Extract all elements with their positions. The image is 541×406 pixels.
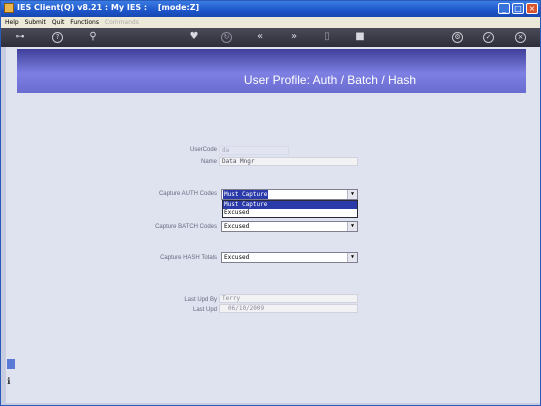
usercode-field[interactable]: da [219, 146, 289, 155]
menu-help[interactable]: Help [5, 19, 19, 26]
auth-label: Capture AUTH Codes [158, 191, 217, 197]
lastupd-label: Last Upd [192, 307, 217, 313]
info-icon[interactable]: ℹ [7, 377, 15, 387]
chevron-down-icon[interactable]: ▼ [347, 253, 357, 262]
status-bar [1, 403, 540, 405]
menu-functions[interactable]: Functions [70, 19, 99, 26]
hash-select-value: Excused [224, 254, 250, 261]
search-icon[interactable]: ⚲ [87, 31, 99, 43]
help-icon[interactable]: ? [52, 32, 63, 43]
window-title: IES Client(Q) v8.21 : My IES : [mode:Z] [17, 3, 199, 12]
back-icon[interactable]: « [254, 31, 266, 43]
menu-bar: Help Submit Quit Functions Commands [1, 17, 540, 28]
toolbar: ⊶ ? ⚲ ♥ ↻ « » ▯ ■ ⚙ ✓ × [1, 28, 540, 47]
menu-commands: Commands [104, 19, 139, 26]
lastupdby-field: Terry [219, 294, 358, 303]
batch-label: Capture BATCH Codes [155, 224, 217, 230]
title-bar: IES Client(Q) v8.21 : My IES : [mode:Z] … [1, 1, 540, 17]
usercode-label: UserCode [189, 147, 217, 153]
batch-select[interactable]: Excused ▼ [221, 221, 358, 232]
gear-icon[interactable]: ⚙ [452, 32, 463, 43]
menu-submit[interactable]: Submit [25, 19, 46, 26]
form-area [17, 93, 526, 399]
window-title-text: IES Client(Q) v8.21 : My IES : [17, 3, 148, 12]
chevron-down-icon[interactable]: ▼ [347, 190, 357, 199]
lastupdby-label: Last Upd By [184, 297, 217, 303]
close-icon[interactable]: × [515, 32, 526, 43]
auth-option-must-capture[interactable]: Must Capture [223, 201, 357, 209]
lastupd-field: 06/10/2009 [219, 304, 358, 313]
document-icon[interactable]: ▯ [321, 31, 333, 43]
app-icon [4, 3, 14, 13]
heart-icon[interactable]: ♥ [188, 31, 200, 43]
app-window: IES Client(Q) v8.21 : My IES : [mode:Z] … [0, 0, 541, 406]
page-title: User Profile: Auth / Batch / Hash [243, 73, 416, 87]
hash-select[interactable]: Excused ▼ [221, 252, 358, 263]
maximize-icon[interactable]: □ [512, 3, 524, 14]
chevron-down-icon[interactable]: ▼ [347, 222, 357, 231]
check-icon[interactable]: ✓ [483, 32, 494, 43]
monitor-icon[interactable] [7, 359, 15, 369]
auth-select-value: Must Capture [223, 190, 269, 199]
menu-quit[interactable]: Quit [52, 19, 65, 26]
close-window-icon[interactable]: × [526, 3, 538, 14]
stop-icon[interactable]: ■ [354, 31, 366, 43]
key-icon[interactable]: ⊶ [9, 31, 31, 43]
window-mode-text: [mode:Z] [157, 3, 200, 12]
forward-icon[interactable]: » [288, 31, 300, 43]
side-strip [1, 47, 6, 403]
batch-select-value: Excused [224, 223, 250, 230]
name-field[interactable]: Data Mngr [219, 157, 358, 166]
auth-select[interactable]: Must Capture ▼ [221, 189, 358, 200]
hash-label: Capture HASH Totals [160, 255, 217, 261]
refresh-icon[interactable]: ↻ [221, 32, 232, 43]
auth-option-excused[interactable]: Excused [223, 209, 357, 217]
auth-dropdown-list: Must Capture Excused [222, 200, 358, 218]
minimize-icon[interactable]: _ [498, 3, 510, 14]
header-band: User Profile: Auth / Batch / Hash [17, 49, 526, 93]
name-label: Name [200, 159, 217, 165]
